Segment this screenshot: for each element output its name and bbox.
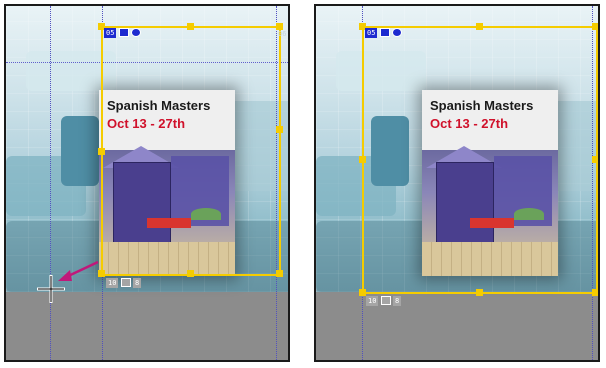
image-frame-icon bbox=[381, 296, 391, 305]
frame-count-label: 8 bbox=[393, 296, 402, 306]
resize-handle[interactable] bbox=[592, 289, 598, 296]
link-icon bbox=[392, 28, 402, 37]
resize-handle[interactable] bbox=[359, 289, 366, 296]
resize-arrow-icon bbox=[58, 260, 99, 281]
resize-handle[interactable] bbox=[476, 289, 483, 296]
selection-frame[interactable] bbox=[362, 26, 598, 294]
resize-handle[interactable] bbox=[476, 23, 483, 30]
resize-handle[interactable] bbox=[359, 156, 366, 163]
after-panel: Spanish Masters Oct 13 - 27th 05 10 8 bbox=[314, 4, 600, 362]
image-frame-icon bbox=[380, 28, 390, 37]
frame-index-label: 05 bbox=[365, 28, 378, 38]
resize-handle[interactable] bbox=[592, 156, 598, 163]
before-panel: Spanish Masters Oct 13 - 27th 05 06 10 8 bbox=[4, 4, 290, 362]
crosshair-cursor-icon bbox=[37, 275, 65, 303]
frame-index-label: 10 bbox=[366, 296, 379, 306]
resize-handle[interactable] bbox=[592, 23, 598, 30]
